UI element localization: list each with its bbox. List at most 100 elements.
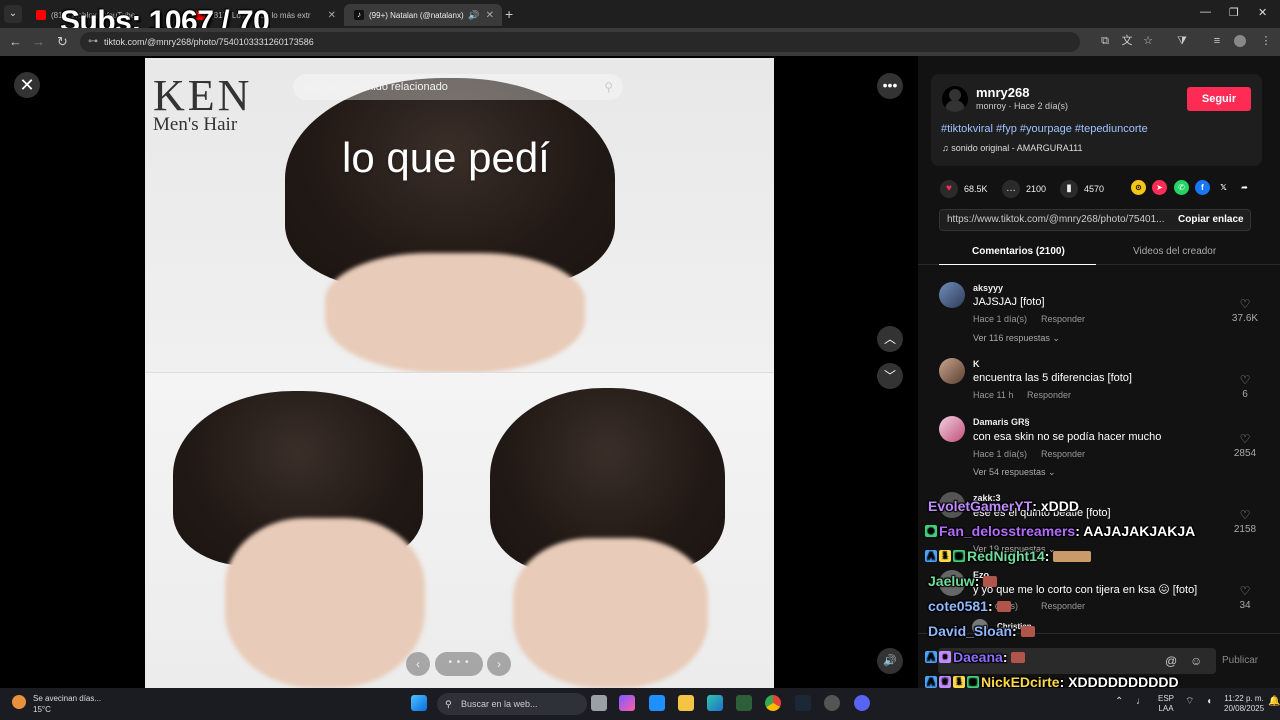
reply-link[interactable]: Responder xyxy=(1041,314,1085,324)
bookmark-star-icon[interactable]: ☆ xyxy=(1142,35,1154,47)
chat-text: : xyxy=(1012,623,1017,639)
author-username[interactable]: mnry268 xyxy=(976,85,1029,100)
comment-bubble-icon: … xyxy=(1002,180,1020,198)
comment-stat[interactable]: … 2100 xyxy=(1002,180,1046,198)
close-tab-icon[interactable]: ✕ xyxy=(328,10,336,21)
weather-widget[interactable]: Se avecinan días... 15°C xyxy=(12,693,101,715)
view-replies-link[interactable]: Ver 54 respuestas ⌄ xyxy=(973,467,1056,478)
close-window-icon[interactable]: ✕ xyxy=(1258,6,1267,19)
follow-button[interactable]: Seguir xyxy=(1187,87,1251,111)
store-icon[interactable] xyxy=(649,695,665,711)
lang-layout: LAA xyxy=(1158,704,1174,713)
prime-badge-icon: ⋀ xyxy=(925,550,937,562)
comment-heart-icon[interactable]: ♡ xyxy=(1230,373,1260,387)
share-arrow-icon[interactable]: ➦ xyxy=(1237,180,1252,195)
post-music[interactable]: ♫ sonido original - AMARGURA111 xyxy=(942,143,1083,153)
weather-temp: 15°C xyxy=(33,705,51,714)
saves-count: 4570 xyxy=(1084,184,1105,194)
comment-heart-icon[interactable]: ♡ xyxy=(1230,508,1260,522)
notifications-icon[interactable]: 🔔 xyxy=(1268,697,1280,707)
reply-link[interactable]: Responder xyxy=(1041,601,1085,611)
related-search-input[interactable]: Buscar contenido relacionado ⚲ xyxy=(293,74,623,100)
comment-avatar[interactable] xyxy=(939,282,965,308)
language-indicator[interactable]: ESP LAA xyxy=(1158,694,1174,714)
save-stat[interactable]: ▮ 4570 xyxy=(1060,180,1104,198)
extensions-icon[interactable]: ⧩ xyxy=(1176,35,1188,47)
reload-icon[interactable]: ↻ xyxy=(57,34,68,50)
network-icon[interactable]: ⌔ xyxy=(1185,697,1194,707)
tab-comments[interactable]: Comentarios (2100) xyxy=(972,246,1065,257)
embed-icon[interactable]: ⊙ xyxy=(1131,180,1146,195)
audio-playing-icon[interactable]: 🔊 xyxy=(468,10,479,21)
previous-photo-button[interactable]: ‹ xyxy=(406,652,430,676)
chrome-icon[interactable] xyxy=(765,695,781,711)
clock-date: 20/08/2025 xyxy=(1224,704,1265,713)
comment-username[interactable]: aksyyy xyxy=(973,283,1003,293)
x-icon[interactable]: 𝕏 xyxy=(1216,180,1231,195)
comment-avatar[interactable] xyxy=(939,358,965,384)
edge-icon[interactable] xyxy=(707,695,723,711)
install-app-icon[interactable]: ⧉ xyxy=(1099,35,1111,47)
copy-link-button[interactable]: Copiar enlace xyxy=(1178,214,1244,225)
photo-caption: lo que pedí xyxy=(342,134,550,181)
close-tab-icon[interactable]: ✕ xyxy=(486,10,494,21)
search-icon[interactable]: ⚲ xyxy=(604,74,613,100)
microphone-icon[interactable]: ♩ xyxy=(1136,697,1146,707)
tab-creator-videos[interactable]: Videos del creador xyxy=(1133,246,1216,257)
comment-username[interactable]: K xyxy=(973,359,980,369)
comment-heart-icon[interactable]: ♡ xyxy=(1230,584,1260,598)
reply-link[interactable]: Responder xyxy=(1027,390,1071,400)
browser-menu-icon[interactable]: ⋮ xyxy=(1260,35,1272,47)
send-icon[interactable]: ➤ xyxy=(1152,180,1167,195)
translate-icon[interactable]: 文 xyxy=(1121,35,1133,47)
new-tab-button[interactable]: + xyxy=(505,6,513,22)
obs-icon[interactable] xyxy=(824,695,840,711)
heart-icon: ♥ xyxy=(940,180,958,198)
close-viewer-button[interactable]: ✕ xyxy=(14,72,40,98)
site-info-icon[interactable]: ⊶ xyxy=(88,32,98,52)
excel-icon[interactable] xyxy=(736,695,752,711)
comment-text: y yo que me lo corto con tijera en ksa 😖… xyxy=(973,584,1198,596)
blurred-face xyxy=(225,518,425,688)
tab-search-button[interactable]: ⌄ xyxy=(4,5,22,23)
clock[interactable]: 11:22 p. m. 20/08/2025 xyxy=(1224,694,1264,714)
chat-username: EvoletGamerYT xyxy=(928,498,1033,514)
mention-icon[interactable]: @ xyxy=(1165,654,1177,668)
file-explorer-icon[interactable] xyxy=(678,695,694,711)
address-bar[interactable]: ⊶ tiktok.com/@mnry268/photo/754010333126… xyxy=(80,32,1080,52)
view-replies-link[interactable]: Ver 116 respuestas ⌄ xyxy=(973,333,1060,344)
publish-button[interactable]: Publicar xyxy=(1222,655,1258,666)
like-stat[interactable]: ♥ 68.5K xyxy=(940,180,988,198)
copilot-icon[interactable] xyxy=(619,695,635,711)
minimize-icon[interactable]: — xyxy=(1200,6,1211,18)
post-hashtags[interactable]: #tiktokviral #fyp #yourpage #tepediuncor… xyxy=(941,123,1148,135)
profile-avatar-icon[interactable] xyxy=(1234,35,1246,47)
taskbar-search[interactable]: ⚲ Buscar en la web... xyxy=(437,693,587,715)
comment-avatar[interactable] xyxy=(939,416,965,442)
photo-pager-dots: • • • xyxy=(435,652,483,676)
volume-tray-icon[interactable]: ◖ xyxy=(1206,697,1212,707)
back-icon[interactable]: ← xyxy=(9,34,22,49)
reply-link[interactable]: Responder xyxy=(1041,449,1085,459)
windows-start-icon[interactable] xyxy=(411,695,427,711)
comment-username[interactable]: Damaris GR§ xyxy=(973,417,1030,427)
previous-post-button[interactable]: ︿ xyxy=(877,326,903,352)
task-view-icon[interactable] xyxy=(591,695,607,711)
steam-icon[interactable] xyxy=(795,695,811,711)
next-photo-button[interactable]: › xyxy=(487,652,511,676)
comment-heart-icon[interactable]: ♡ xyxy=(1230,297,1260,311)
maximize-icon[interactable]: ❐ xyxy=(1229,6,1239,19)
next-post-button[interactable]: ﹀ xyxy=(877,363,903,389)
more-options-button[interactable]: ••• xyxy=(877,73,903,99)
author-avatar[interactable] xyxy=(942,86,968,112)
volume-button[interactable]: 🔊 xyxy=(877,648,903,674)
whatsapp-icon[interactable]: ✆ xyxy=(1174,180,1189,195)
tray-overflow-icon[interactable]: ⌃ xyxy=(1115,697,1123,707)
emoji-icon[interactable]: ☺ xyxy=(1190,654,1202,668)
browser-tab-tiktok[interactable]: ♪ (99+) Natalan (@natalanx) | 🔊 ✕ xyxy=(344,4,502,26)
comment-heart-icon[interactable]: ♡ xyxy=(1230,432,1260,446)
reading-list-icon[interactable]: ≡ xyxy=(1211,35,1223,47)
forward-icon[interactable]: → xyxy=(32,34,45,49)
facebook-icon[interactable]: f xyxy=(1195,180,1210,195)
discord-icon[interactable] xyxy=(854,695,870,711)
